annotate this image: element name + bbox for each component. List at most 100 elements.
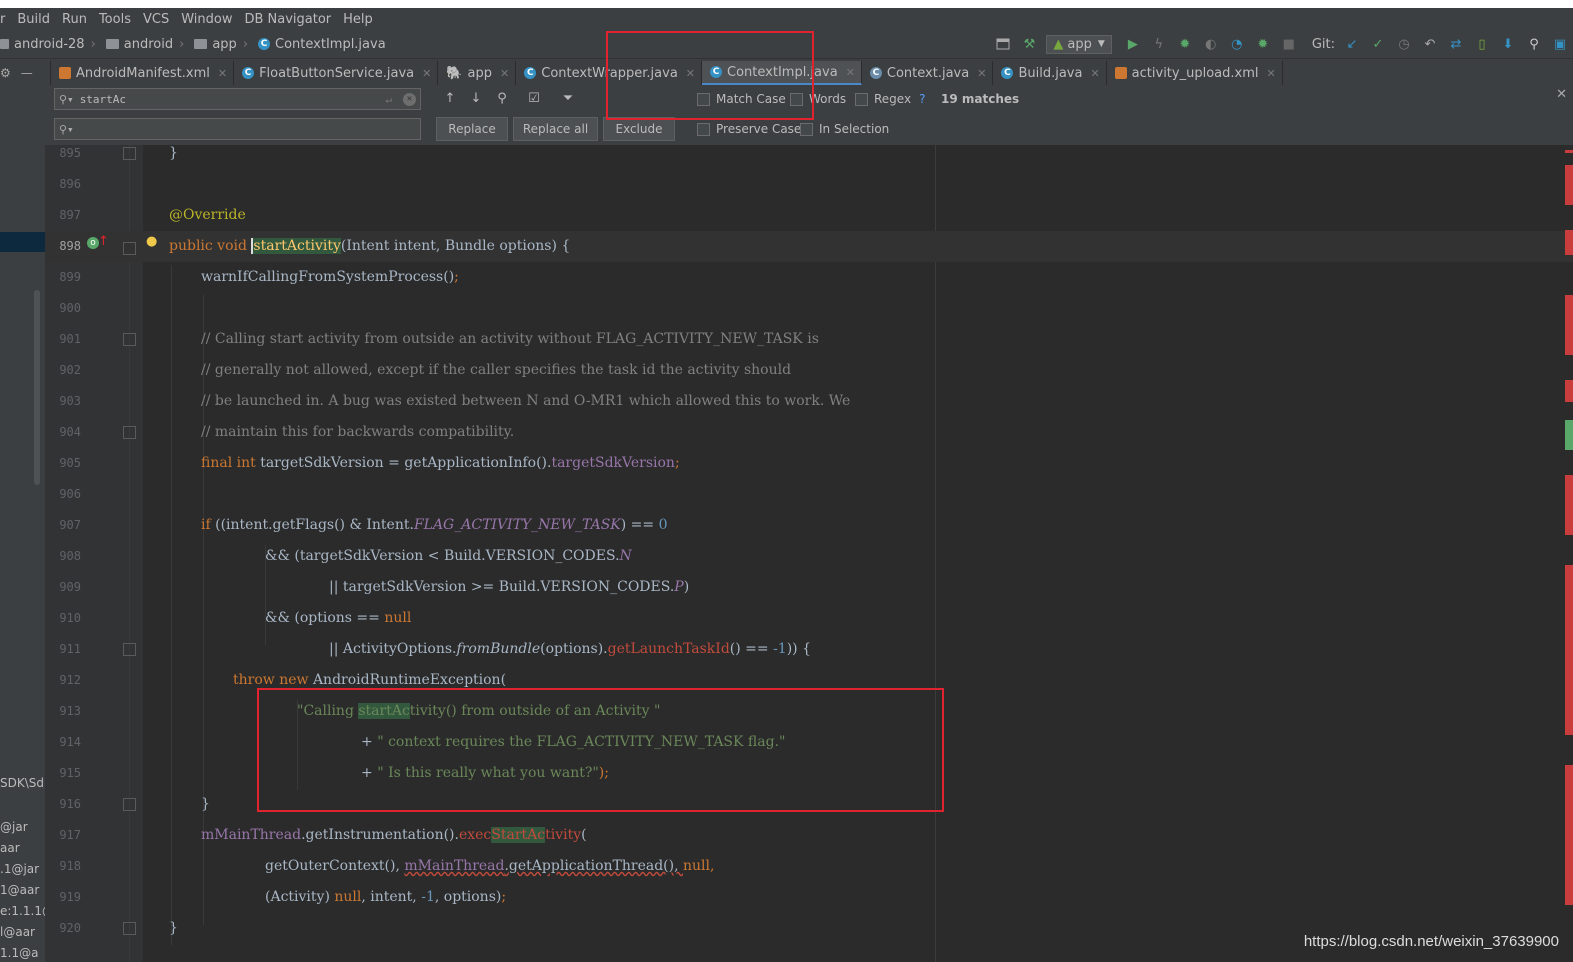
regex-help-link[interactable]: ? — [919, 92, 925, 106]
project-tree-item[interactable]: @jar — [0, 820, 28, 834]
build-hammer-icon[interactable]: ⚒ — [1021, 36, 1037, 52]
window-icon[interactable] — [995, 36, 1011, 52]
project-tree-item[interactable]: aar — [0, 841, 20, 855]
close-icon[interactable]: ✕ — [218, 67, 227, 80]
arrow-up-icon[interactable]: ↑ — [98, 234, 109, 249]
search-input[interactable]: startAc — [80, 93, 126, 106]
breadcrumb-contextimpl[interactable]: C ContextImpl.java — [258, 37, 386, 52]
tab-build[interactable]: C Build.java ✕ — [993, 61, 1107, 85]
fold-marker-icon[interactable] — [123, 922, 136, 935]
menu-help[interactable]: Help — [343, 12, 373, 27]
stripe-mark[interactable] — [1565, 765, 1573, 905]
avd-manager-icon[interactable]: ▯ — [1474, 36, 1490, 52]
breadcrumb-android[interactable]: android › — [105, 37, 189, 52]
replace-field[interactable]: ⚲▾ — [54, 118, 421, 140]
class-icon: C — [242, 67, 255, 79]
previous-match-icon[interactable]: ↑ — [442, 90, 458, 106]
menu-item-partial[interactable]: r — [0, 12, 5, 27]
layout-icon — [1114, 67, 1127, 79]
debug-icon[interactable]: ✹ — [1177, 36, 1193, 52]
project-tree-item[interactable]: 1@aar — [0, 883, 39, 897]
history-icon[interactable]: ◷ — [1396, 36, 1412, 52]
fold-marker-icon[interactable] — [123, 426, 136, 439]
stripe-mark[interactable] — [1565, 150, 1573, 153]
search-field[interactable]: ⚲▾ startAc ↵ ✕ — [54, 88, 421, 110]
stripe-mark[interactable] — [1565, 230, 1573, 255]
fold-marker-icon[interactable] — [123, 242, 136, 255]
fold-marker-icon[interactable] — [123, 643, 136, 656]
code-line-917: 917 mMainThread.getInstrumentation().exe… — [45, 820, 1573, 851]
in-selection-checkbox[interactable]: In Selection — [800, 122, 889, 136]
close-icon[interactable]: ✕ — [422, 67, 431, 80]
menu-vcs[interactable]: VCS — [143, 12, 169, 27]
project-tree-item[interactable]: l@aar — [0, 925, 35, 939]
close-icon[interactable]: ✕ — [846, 66, 855, 79]
git-commit-icon[interactable]: ✓ — [1370, 36, 1386, 52]
next-match-icon[interactable]: ↓ — [468, 90, 484, 106]
tab-floatbuttonservice[interactable]: C FloatButtonService.java ✕ — [234, 61, 439, 85]
close-icon[interactable]: ✕ — [1556, 87, 1567, 102]
project-tree-item[interactable]: 1.1@a — [0, 946, 38, 960]
newline-icon[interactable]: ↵ — [385, 93, 392, 106]
rollback-icon[interactable]: ↶ — [1422, 36, 1438, 52]
stripe-mark[interactable] — [1565, 295, 1573, 355]
stripe-mark[interactable] — [1565, 475, 1573, 535]
stop-icon[interactable]: ■ — [1281, 36, 1297, 52]
lightbulb-icon[interactable]: ● — [146, 234, 157, 249]
close-icon[interactable]: ✕ — [977, 67, 986, 80]
close-icon[interactable]: ✕ — [500, 67, 509, 80]
run-config-select[interactable]: ▲ app ▼ — [1046, 34, 1112, 54]
find-all-icon[interactable]: ⚲ — [494, 90, 510, 106]
sdk-manager-icon[interactable]: ⬇ — [1500, 36, 1516, 52]
project-tree-item[interactable]: .1@jar — [0, 862, 39, 876]
clear-icon[interactable]: ✕ — [403, 92, 416, 106]
replace-all-button[interactable]: Replace all — [513, 117, 598, 141]
breadcrumb-android-28[interactable]: android-28 › — [0, 37, 100, 52]
stripe-mark[interactable] — [1565, 165, 1573, 205]
replace-button[interactable]: Replace — [436, 117, 508, 141]
tab-app-gradle[interactable]: 🐘 app ✕ — [438, 61, 517, 85]
line-number: 903 — [59, 394, 81, 408]
line-number: 911 — [59, 642, 81, 656]
preserve-case-checkbox[interactable]: Preserve Case — [697, 122, 801, 136]
project-structure-icon[interactable]: ▣ — [1552, 36, 1568, 52]
tab-activity-upload[interactable]: activity_upload.xml ✕ — [1107, 61, 1283, 85]
gear-icon[interactable]: ⚙ — [0, 66, 11, 80]
close-icon[interactable]: ✕ — [1090, 67, 1099, 80]
error-stripe[interactable] — [1563, 145, 1573, 962]
menu-window[interactable]: Window — [181, 12, 232, 27]
sync-gradle-icon[interactable]: ⇄ — [1448, 36, 1464, 52]
minimize-icon[interactable]: — — [21, 66, 33, 80]
git-update-icon[interactable]: ↙ — [1344, 36, 1360, 52]
profile-icon[interactable]: ◔ — [1229, 36, 1245, 52]
fold-marker-icon[interactable] — [123, 147, 136, 160]
regex-checkbox[interactable]: Regex? — [855, 92, 925, 106]
menu-run[interactable]: Run — [62, 12, 87, 27]
exclude-button[interactable]: Exclude — [603, 117, 675, 141]
run-icon[interactable]: ▶ — [1125, 36, 1141, 52]
search-icon[interactable]: ⚲ — [1526, 36, 1542, 52]
code-editor[interactable]: 895 } 896 897 @Override 898 o ↑ ● public… — [45, 145, 1573, 962]
fold-marker-icon[interactable] — [123, 333, 136, 346]
tab-context[interactable]: C Context.java ✕ — [862, 61, 994, 85]
apply-changes-icon[interactable]: ϟ — [1151, 36, 1167, 52]
menu-build[interactable]: Build — [17, 12, 50, 27]
filter-icon[interactable]: ⏷ — [560, 90, 576, 106]
project-tree-item[interactable]: e:1.1.1@aar — [0, 904, 45, 918]
close-icon[interactable]: ✕ — [1266, 67, 1275, 80]
coverage-icon[interactable]: ◐ — [1203, 36, 1219, 52]
menu-db-navigator[interactable]: DB Navigator — [244, 12, 331, 27]
attach-debugger-icon[interactable]: ✹ — [1255, 36, 1271, 52]
stripe-mark[interactable] — [1565, 380, 1573, 402]
class-icon: C — [258, 38, 271, 50]
select-all-occurrences-icon[interactable]: ☑ — [526, 90, 542, 106]
menu-tools[interactable]: Tools — [99, 12, 131, 27]
line-number: 910 — [59, 611, 81, 625]
stripe-mark[interactable] — [1565, 420, 1573, 450]
project-tree-item[interactable]: SDK\Sd — [0, 776, 44, 790]
stripe-mark[interactable] — [1565, 565, 1573, 735]
fold-marker-icon[interactable] — [123, 798, 136, 811]
scrollbar[interactable] — [34, 290, 40, 485]
tab-androidmanifest[interactable]: AndroidManifest.xml ✕ — [51, 61, 235, 85]
breadcrumb-app[interactable]: app › — [194, 37, 252, 52]
